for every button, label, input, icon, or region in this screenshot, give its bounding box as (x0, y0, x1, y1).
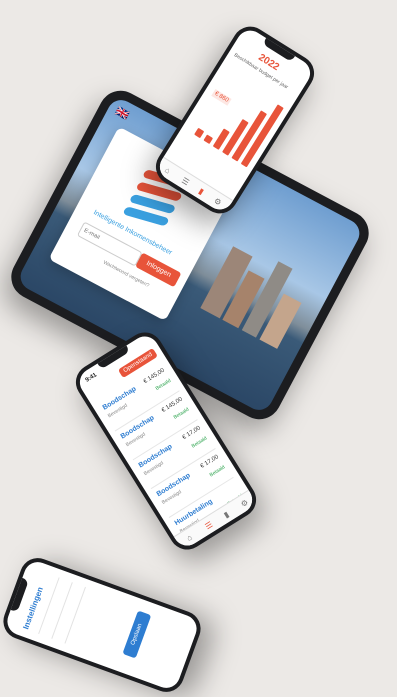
home-icon[interactable]: ⌂ (185, 533, 194, 543)
chart-icon[interactable]: ▮ (197, 186, 206, 196)
settings-icon[interactable]: ⚙ (239, 498, 250, 509)
phone-settings-device: Instellingen Opslaan (0, 553, 206, 697)
list-icon[interactable]: ☰ (180, 176, 191, 187)
list-icon[interactable]: ☰ (204, 520, 215, 531)
uk-flag-icon[interactable]: 🇬🇧 (113, 104, 131, 122)
chart-icon[interactable]: ▮ (222, 510, 231, 520)
item-status: Betaald (208, 464, 227, 479)
phone-settings-screen: Instellingen Opslaan (3, 558, 201, 692)
settings-icon[interactable]: ⚙ (212, 196, 223, 207)
item-status: Betaald (172, 406, 191, 421)
budget-bar (194, 127, 205, 139)
save-button[interactable]: Opslaan (122, 610, 152, 659)
highlight-value: € 860 (211, 88, 232, 106)
item-status: Betaald (190, 435, 209, 450)
budget-bar (203, 134, 214, 145)
home-icon[interactable]: ⌂ (163, 165, 172, 175)
status-time: 9:41 (84, 372, 98, 384)
item-status: Betaald (154, 377, 173, 392)
